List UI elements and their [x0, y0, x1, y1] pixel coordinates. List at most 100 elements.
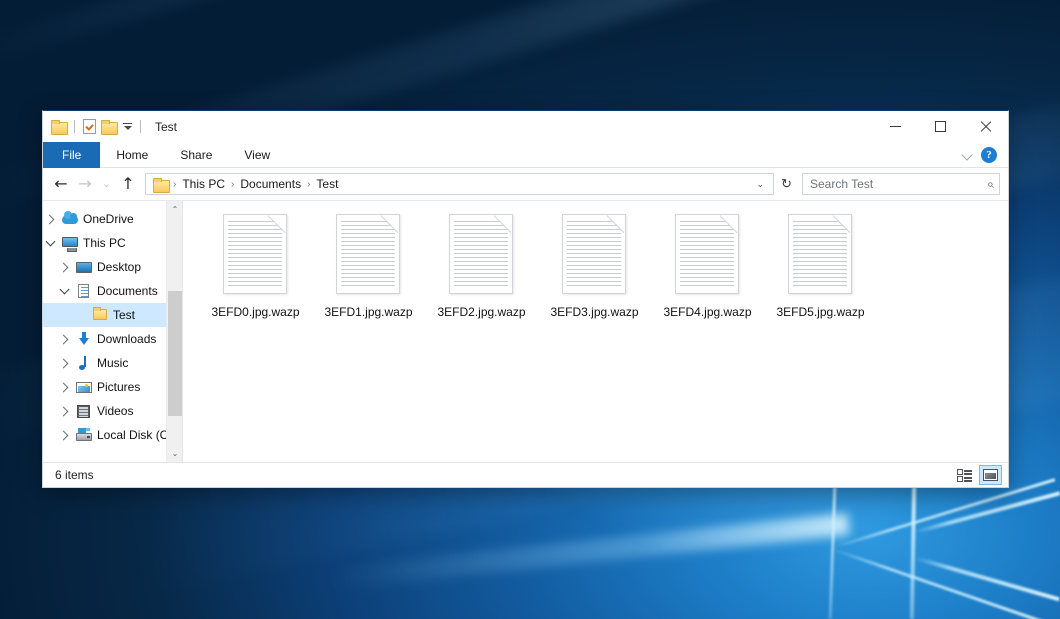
sidebar-item-downloads[interactable]: Downloads [43, 327, 182, 351]
forward-button[interactable]: → [73, 172, 97, 196]
scroll-up-icon[interactable]: ⌃ [167, 201, 182, 218]
file-item[interactable]: 3EFD4.jpg.wazp [651, 212, 764, 340]
disk-icon [76, 427, 92, 443]
sidebar-item-label: Test [113, 308, 135, 322]
breadcrumb-item-this-pc[interactable]: This PC [177, 175, 230, 194]
scroll-down-icon[interactable]: ⌄ [167, 445, 182, 462]
arrow-left-icon: ← [54, 176, 67, 192]
chevron-right-icon[interactable] [57, 336, 71, 343]
sidebar-item-videos[interactable]: Videos [43, 399, 182, 423]
sidebar-item-documents[interactable]: Documents [43, 279, 182, 303]
sidebar-item-local-disk-c[interactable]: Local Disk (C:) [43, 423, 182, 447]
large-icons-view-icon [983, 469, 998, 481]
large-icons-view-button[interactable] [979, 465, 1002, 485]
navigation-pane: OneDrive This PC Desktop Documents T [43, 201, 182, 462]
chevron-down-icon: ⌄ [102, 179, 111, 190]
file-name-label: 3EFD3.jpg.wazp [550, 305, 638, 319]
sidebar-item-music[interactable]: Music [43, 351, 182, 375]
generic-file-icon [449, 214, 515, 296]
customize-quick-access-button[interactable] [123, 123, 132, 130]
chevron-right-icon[interactable] [57, 360, 71, 367]
file-item[interactable]: 3EFD3.jpg.wazp [538, 212, 651, 340]
window-controls [873, 111, 1008, 142]
new-folder-icon[interactable] [101, 120, 116, 133]
details-view-icon [957, 469, 972, 481]
sidebar-item-this-pc[interactable]: This PC [43, 231, 182, 255]
file-grid: 3EFD0.jpg.wazp 3EFD1.jpg.wazp 3EFD2.jpg.… [199, 212, 1008, 340]
sidebar-item-test[interactable]: Test [43, 303, 182, 327]
sidebar-item-label: Downloads [97, 332, 156, 346]
divider [74, 120, 75, 133]
up-button[interactable]: ↑ [116, 172, 140, 196]
generic-file-icon [788, 214, 854, 296]
chevron-right-icon[interactable] [57, 408, 71, 415]
tab-share[interactable]: Share [164, 142, 228, 168]
breadcrumb-item-documents[interactable]: Documents [235, 175, 306, 194]
folder-icon[interactable] [51, 120, 66, 133]
breadcrumb[interactable]: › This PC › Documents › Test ⌄ [145, 173, 774, 195]
file-name-label: 3EFD2.jpg.wazp [437, 305, 525, 319]
close-icon [979, 120, 992, 133]
download-icon [76, 331, 92, 347]
file-name-label: 3EFD0.jpg.wazp [211, 305, 299, 319]
sidebar-item-onedrive[interactable]: OneDrive [43, 207, 182, 231]
cloud-icon [62, 211, 78, 227]
file-item[interactable]: 3EFD1.jpg.wazp [312, 212, 425, 340]
generic-file-icon [223, 214, 289, 296]
status-bar: 6 items [43, 462, 1008, 487]
sidebar-item-pictures[interactable]: Pictures [43, 375, 182, 399]
properties-checkbox-icon[interactable] [83, 119, 96, 134]
chevron-right-icon[interactable] [43, 216, 57, 223]
view-toggle-group [953, 465, 1002, 485]
refresh-button[interactable]: ↻ [775, 173, 798, 195]
ribbon-tab-bar: File Home Share View ? [43, 142, 1008, 168]
search-icon: ⌕ [987, 177, 994, 192]
sidebar-item-desktop[interactable]: Desktop [43, 255, 182, 279]
file-explorer-window: Test File Home Share View ? ← → ⌄ ↑ › Th… [42, 110, 1009, 488]
explorer-body: OneDrive This PC Desktop Documents T [43, 200, 1008, 462]
file-list-pane[interactable]: 3EFD0.jpg.wazp 3EFD1.jpg.wazp 3EFD2.jpg.… [182, 201, 1008, 462]
chevron-down-icon[interactable] [57, 289, 71, 293]
minimize-button[interactable] [873, 111, 918, 142]
desktop-icon [76, 259, 92, 275]
window-title: Test [155, 120, 177, 134]
quick-access-toolbar [51, 119, 144, 134]
generic-file-icon [562, 214, 628, 296]
item-count-label: 6 items [55, 468, 94, 482]
file-item[interactable]: 3EFD0.jpg.wazp [199, 212, 312, 340]
close-button[interactable] [963, 111, 1008, 142]
chevron-down-icon[interactable] [43, 241, 57, 245]
sidebar-item-label: Pictures [97, 380, 140, 394]
minimize-icon [890, 126, 901, 127]
search-placeholder: Search Test [810, 177, 987, 191]
generic-file-icon [336, 214, 402, 296]
breadcrumb-item-test[interactable]: Test [311, 175, 343, 194]
tab-view[interactable]: View [228, 142, 286, 168]
divider [140, 120, 141, 133]
document-icon [76, 283, 92, 299]
file-item[interactable]: 3EFD2.jpg.wazp [425, 212, 538, 340]
file-item[interactable]: 3EFD5.jpg.wazp [764, 212, 877, 340]
arrow-up-icon: ↑ [121, 176, 134, 192]
back-button[interactable]: ← [49, 172, 73, 196]
navigation-pane-scrollbar[interactable]: ⌃ ⌄ [166, 201, 182, 462]
file-name-label: 3EFD4.jpg.wazp [663, 305, 751, 319]
pictures-icon [76, 379, 92, 395]
chevron-right-icon[interactable] [57, 432, 71, 439]
address-dropdown-icon[interactable]: ⌄ [750, 179, 770, 190]
help-icon[interactable]: ? [981, 147, 997, 163]
search-input[interactable]: Search Test ⌕ [802, 173, 1000, 195]
chevron-down-icon[interactable] [963, 150, 972, 159]
chevron-right-icon[interactable] [57, 264, 71, 271]
maximize-button[interactable] [918, 111, 963, 142]
refresh-icon: ↻ [781, 176, 792, 192]
details-view-button[interactable] [953, 465, 976, 485]
recent-locations-button[interactable]: ⌄ [97, 172, 116, 196]
chevron-right-icon[interactable] [57, 384, 71, 391]
tab-home[interactable]: Home [100, 142, 164, 168]
sidebar-item-label: Music [97, 356, 128, 370]
tab-file[interactable]: File [43, 142, 100, 168]
maximize-icon [935, 121, 946, 132]
sidebar-item-label: Videos [97, 404, 133, 418]
scrollbar-thumb[interactable] [168, 291, 182, 416]
